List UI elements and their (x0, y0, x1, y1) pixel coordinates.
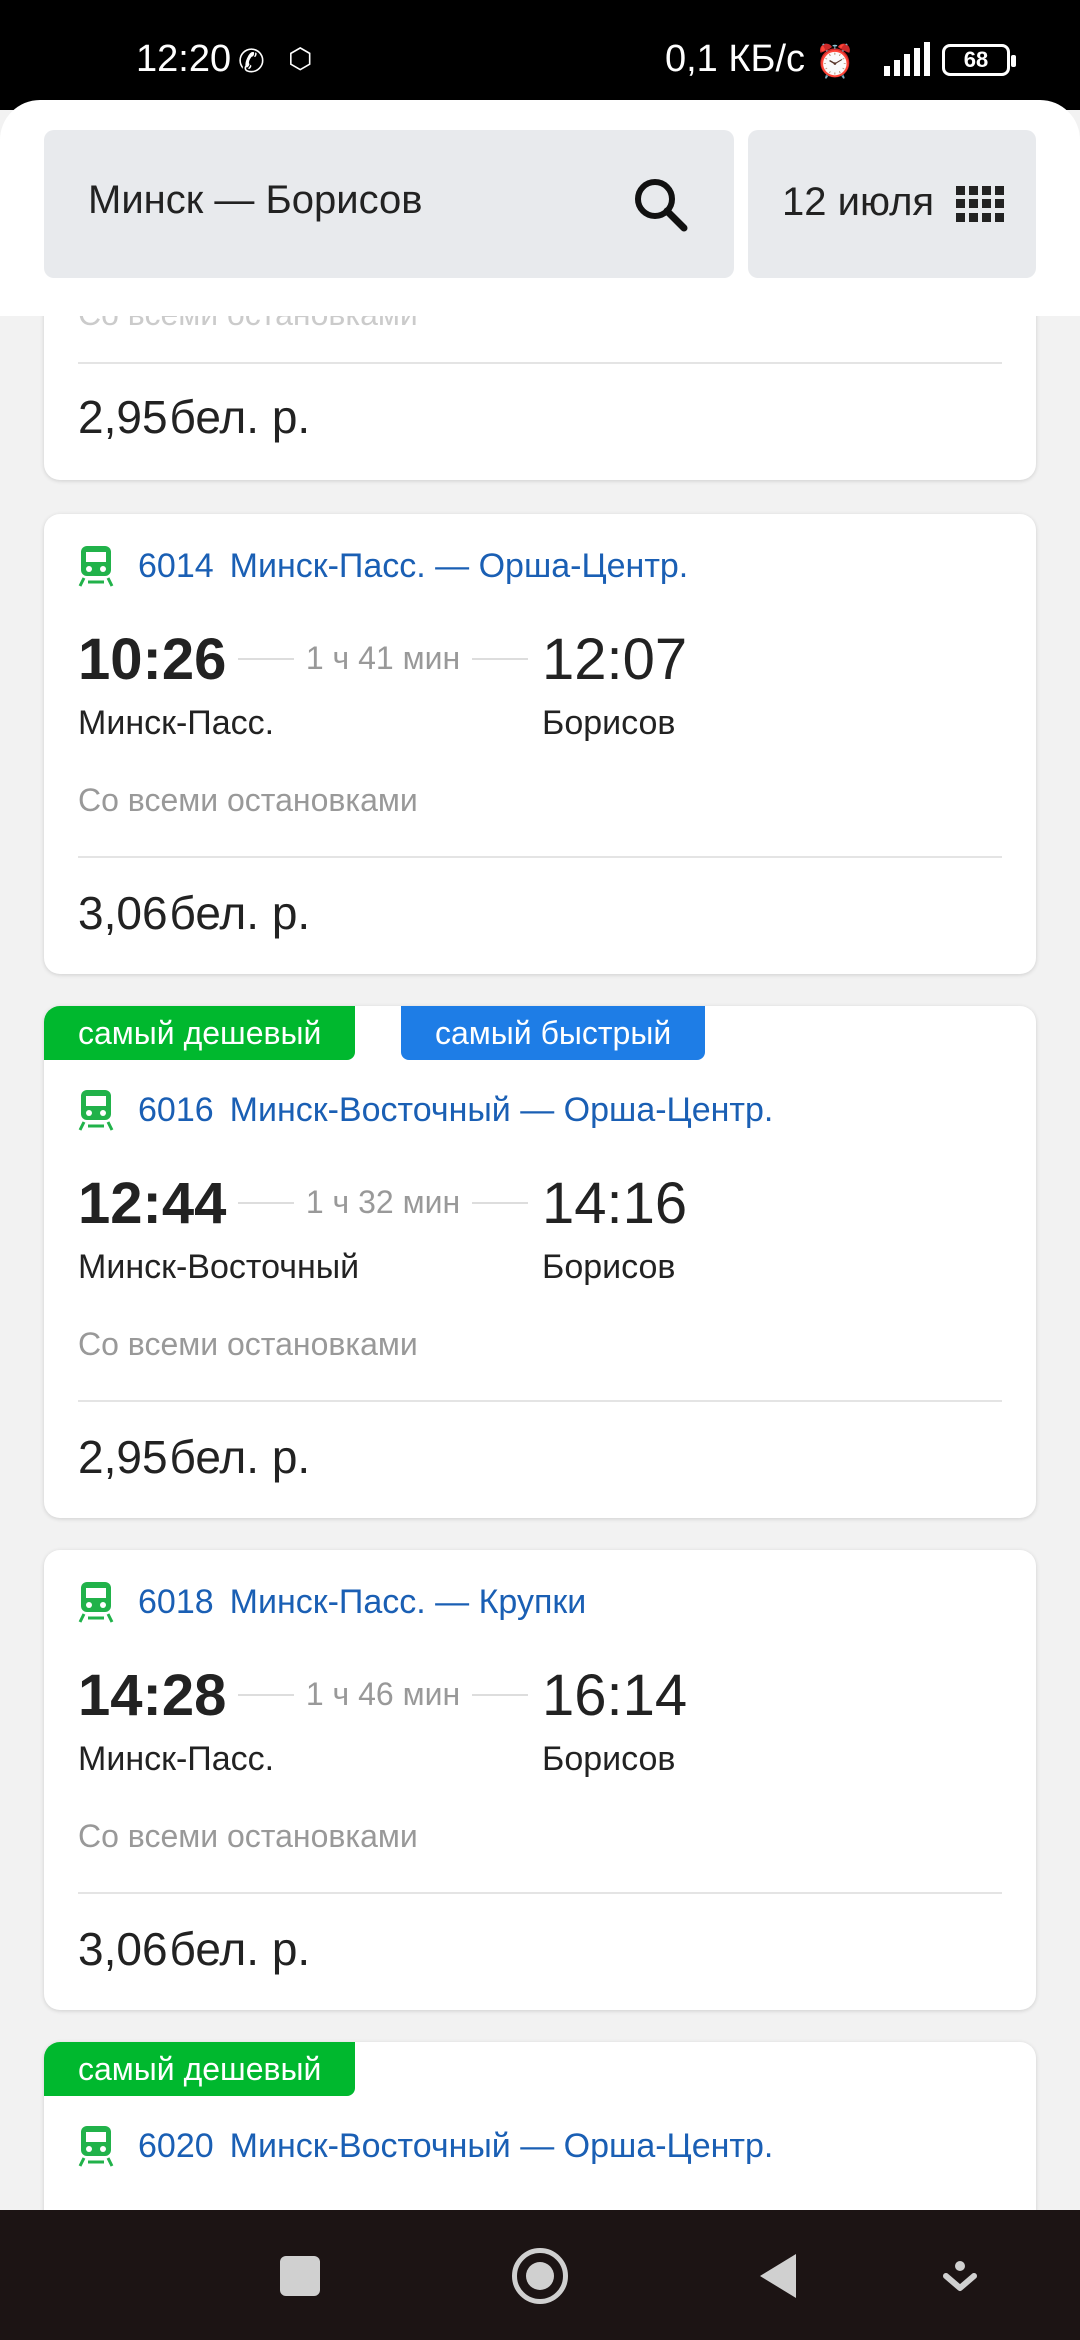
train-icon (78, 1582, 114, 1623)
trip-card[interactable]: самый дешевый самый быстрый 6016 Минск-В… (44, 1006, 1036, 1518)
date-text: 12 июля (782, 180, 935, 224)
train-link[interactable]: 6016 Минск-Восточный — Орша-Центр. (78, 1088, 773, 1132)
home-button[interactable] (512, 2248, 568, 2304)
departure-station: Минск-Пасс. (78, 1740, 275, 1778)
train-number: 6020 (138, 2126, 214, 2165)
route-text: Минск — Борисов (88, 178, 423, 222)
departure-time: 10:26 (78, 627, 227, 692)
train-route: Минск-Восточный — Орша-Центр. (229, 2126, 774, 2165)
train-icon (78, 546, 114, 587)
route-search-field[interactable]: Минск — Борисов (44, 130, 734, 278)
train-link[interactable]: 6020 Минск-Восточный — Орша-Центр. (78, 2124, 773, 2168)
trip-card[interactable]: 6018 Минск-Пасс. — Крупки 14:28 1 ч 46 м… (44, 1550, 1036, 2010)
arrival-station: Борисов (542, 1248, 676, 1286)
signal-icon (884, 40, 930, 76)
price: 2,95бел. р. (78, 391, 311, 443)
arrival-station: Борисов (542, 704, 676, 742)
divider (78, 856, 1002, 858)
price: 3,06бел. р. (78, 887, 311, 939)
arrival-time: 16:14 (542, 1663, 688, 1728)
train-route: Минск-Пасс. — Орша-Центр. (229, 546, 689, 585)
train-icon (78, 1090, 114, 1131)
train-icon (78, 2126, 114, 2167)
mi-icon: ⬡ (288, 43, 313, 74)
trip-card[interactable]: 6014 Минск-Пасс. — Орша-Центр. 10:26 1 ч… (44, 514, 1036, 974)
alarm-icon: ⏰ (815, 43, 855, 79)
divider (78, 1892, 1002, 1894)
train-number: 6018 (138, 1582, 214, 1621)
stops-text: Со всеми остановками (78, 782, 418, 818)
call-icon: ✆ (238, 43, 265, 79)
train-route: Минск-Восточный — Орша-Центр. (229, 1090, 774, 1129)
arrival-time: 14:16 (542, 1171, 688, 1236)
badge-fastest: самый быстрый (401, 1006, 706, 1060)
duration: 1 ч 41 мин (238, 640, 528, 677)
date-picker-button[interactable]: 12 июля (748, 130, 1036, 278)
stops-text: Со всеми остановками (78, 1818, 418, 1854)
stops-text: Со всеми остановками (78, 1326, 418, 1362)
train-link[interactable]: 6018 Минск-Пасс. — Крупки (78, 1580, 586, 1624)
back-button[interactable] (760, 2254, 796, 2298)
network-speed: 0,1 КБ/с (664, 38, 805, 80)
departure-time: 14:28 (78, 1663, 227, 1728)
status-time: 12:20 (136, 38, 232, 80)
arrival-time: 12:07 (542, 627, 688, 692)
recents-button[interactable] (280, 2256, 320, 2296)
train-number: 6014 (138, 546, 214, 585)
price: 2,95бел. р. (78, 1431, 311, 1483)
departure-station: Минск-Пасс. (78, 704, 275, 742)
badge-cheapest: самый дешевый (44, 1006, 356, 1060)
search-icon[interactable] (630, 174, 690, 234)
calendar-icon (956, 186, 1004, 222)
badge-cheapest: самый дешевый (44, 2042, 356, 2096)
departure-time: 12:44 (78, 1171, 227, 1236)
arrival-station: Борисов (542, 1740, 676, 1778)
system-nav-bar (0, 2210, 1080, 2340)
price: 3,06бел. р. (78, 1923, 311, 1975)
duration: 1 ч 46 мин (238, 1676, 528, 1713)
train-link[interactable]: 6014 Минск-Пасс. — Орша-Центр. (78, 544, 688, 588)
divider (78, 362, 1002, 364)
departure-station: Минск-Восточный (78, 1248, 360, 1286)
hide-keyboard-icon[interactable] (940, 2256, 980, 2296)
duration: 1 ч 32 мин (238, 1184, 528, 1221)
train-number: 6016 (138, 1090, 214, 1129)
battery-icon: 68 (942, 44, 1016, 76)
status-bar: 12:20 ✆ ⬡ 0,1 КБ/с ⏰ 68 (0, 0, 1080, 110)
search-header: Минск — Борисов 12 июля (0, 100, 1080, 316)
train-route: Минск-Пасс. — Крупки (229, 1582, 587, 1621)
divider (78, 1400, 1002, 1402)
